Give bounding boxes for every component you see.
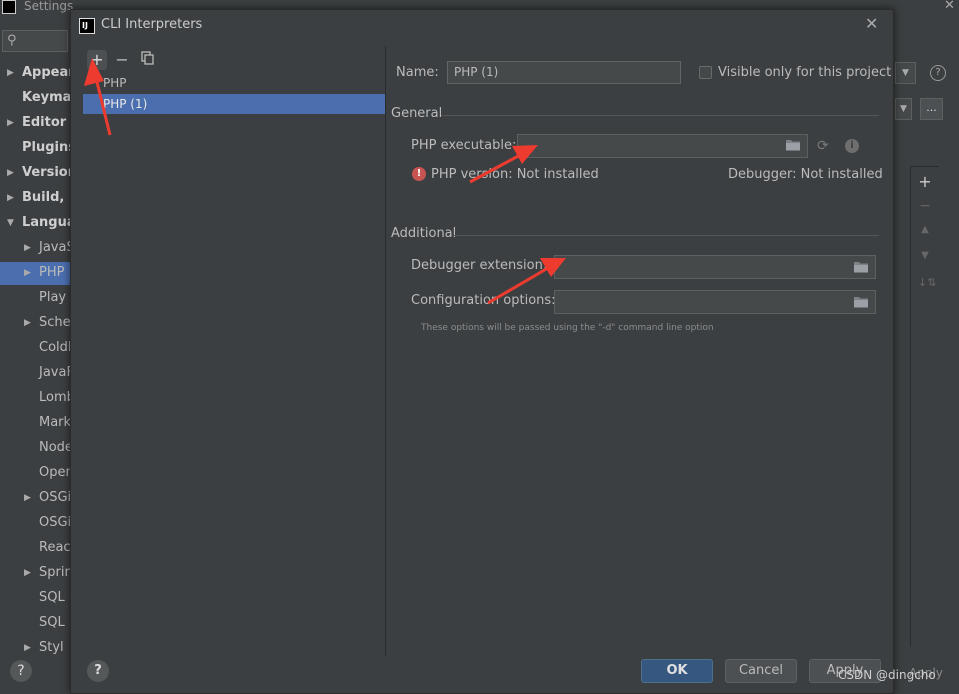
annotation-arrow-add: [84, 58, 112, 136]
watermark: CSDN @dingcho: [838, 668, 936, 682]
annotation-arrows: [84, 58, 566, 305]
annotation-arrow-debugger-extension: [487, 258, 566, 305]
annotation-arrow-php-executable: [469, 145, 538, 184]
